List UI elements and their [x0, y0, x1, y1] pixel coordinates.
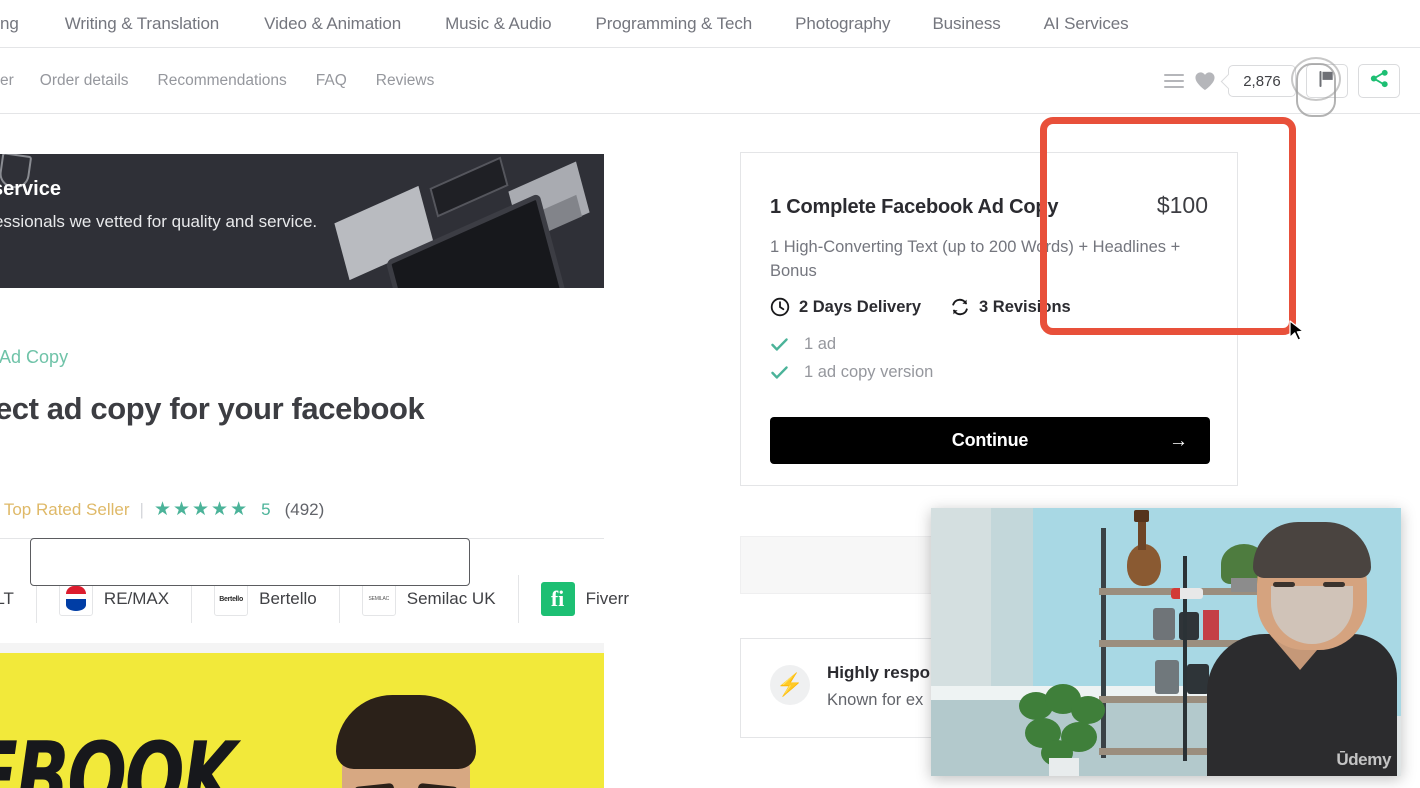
gallery-headline-text: EBOOK [0, 721, 237, 788]
flag-icon [1318, 70, 1336, 93]
package-feature-list: 1 ad 1 ad copy version [770, 335, 933, 382]
package-description: 1 High-Converting Text (up to 200 Words)… [770, 238, 1181, 280]
client-logo-label: RE/MAX [103, 589, 170, 608]
gallery-person-photo [316, 679, 504, 788]
category-nav-item-4[interactable]: Programming & Tech [596, 14, 753, 34]
gig-title: perfect ad copy for your facebook [0, 391, 425, 426]
category-nav-item-5[interactable]: Photography [795, 14, 890, 34]
breadcrumb: ion › Ad Copy [0, 347, 68, 368]
remax-balloon-icon [58, 582, 93, 616]
delivery-time: 2 Days Delivery [770, 297, 921, 317]
webcam-overlay: Ūdemy [931, 508, 1401, 776]
package-feature-label: 1 ad copy version [804, 363, 934, 381]
gallery-top-strip [0, 643, 604, 653]
udemy-watermark: Ūdemy [1336, 750, 1391, 769]
sub-nav-item-recommendations[interactable]: Recommendations [158, 72, 287, 90]
package-feature-item: 1 ad copy version [770, 363, 933, 382]
banner-art-card [429, 156, 509, 218]
share-icon [1370, 69, 1389, 93]
sub-nav-actions: 2,876 [1164, 48, 1400, 114]
client-logo-label: Semilac UK [406, 589, 496, 608]
report-flag-button[interactable] [1306, 64, 1348, 98]
sub-nav-item-order-details[interactable]: Order details [40, 72, 129, 90]
revisions: 3 Revisions [950, 297, 1071, 317]
lightning-bolt-icon: ⚡ [770, 665, 810, 705]
refresh-icon [950, 297, 970, 317]
webcam-guitar [1127, 544, 1161, 586]
check-icon [770, 335, 789, 354]
screenshot-root: ng Writing & Translation Video & Animati… [0, 0, 1420, 788]
star-rating-icons: ★★★★★ [153, 499, 250, 520]
breadcrumb-current[interactable]: Ad Copy [0, 347, 68, 368]
client-logo-fiverr: fi Fiverr [517, 575, 651, 623]
package-pricing-card: 1 Complete Facebook Ad Copy $100 1 High-… [740, 152, 1238, 486]
sub-nav-item-reviews[interactable]: Reviews [376, 72, 435, 90]
top-rated-seller-badge: Top Rated Seller [3, 499, 130, 519]
category-nav: ng Writing & Translation Video & Animati… [0, 0, 1420, 48]
pro-banner-title: l Pro service [0, 178, 61, 200]
continue-button-label: Continue [951, 430, 1029, 450]
semilac-icon: SEMILAC [361, 582, 396, 616]
highly-responsive-subtitle: Known for ex [827, 691, 924, 709]
bolt-glyph: ⚡ [776, 672, 804, 697]
client-logo-label: ALT [0, 589, 14, 608]
mouse-cursor-icon [1289, 320, 1305, 344]
category-nav-item-0[interactable]: ng [0, 14, 19, 34]
divider: | [139, 499, 144, 519]
revisions-label: 3 Revisions [979, 297, 1071, 316]
continue-button[interactable]: Continue → [770, 417, 1210, 464]
category-nav-item-3[interactable]: Music & Audio [445, 14, 552, 34]
client-logo-label: Fiverr [585, 589, 630, 608]
delivery-label: 2 Days Delivery [799, 297, 922, 316]
package-title: 1 Complete Facebook Ad Copy [770, 196, 1059, 218]
pro-banner-subtitle: by professionals we vetted for quality a… [0, 212, 318, 231]
highly-responsive-title: Highly respon [827, 663, 941, 682]
package-price: $100 [1156, 192, 1208, 218]
contact-seller-input[interactable] [30, 538, 470, 586]
favorites-count-badge: 2,876 [1228, 65, 1296, 97]
favorites-count-value: 2,876 [1243, 72, 1281, 90]
category-nav-item-2[interactable]: Video & Animation [264, 14, 401, 34]
package-feature-label: 1 ad [804, 335, 837, 353]
package-meta-row: 2 Days Delivery 3 Revisions [770, 297, 1071, 317]
category-nav-item-1[interactable]: Writing & Translation [65, 14, 220, 34]
sub-nav-item-faq[interactable]: FAQ [316, 72, 347, 90]
fiverr-icon: fi [540, 582, 575, 616]
package-feature-item: 1 ad [770, 335, 933, 354]
check-icon [770, 363, 789, 382]
heart-icon[interactable] [1194, 71, 1216, 91]
clock-icon [770, 297, 790, 317]
sub-nav-item-0[interactable]: er [0, 72, 14, 90]
gig-sub-nav: er Order details Recommendations FAQ Rev… [0, 48, 1420, 114]
pro-service-banner: l Pro service by professionals we vetted… [0, 154, 604, 288]
hamburger-icon[interactable] [1164, 74, 1184, 88]
bertello-icon: Bertello [214, 582, 249, 616]
seller-rating-row: 2785 Top Rated Seller | ★★★★★ 5 (492) [0, 498, 324, 521]
arrow-right-icon: → [1169, 430, 1188, 451]
rating-value: 5 [261, 499, 271, 519]
category-nav-item-6[interactable]: Business [932, 14, 1000, 34]
gig-gallery-image[interactable]: EBOOK [0, 643, 604, 788]
client-logo-label: Bertello [259, 589, 317, 608]
category-nav-item-7[interactable]: AI Services [1044, 14, 1129, 34]
gig-left-column: l Pro service by professionals we vetted… [0, 114, 629, 788]
share-button[interactable] [1358, 64, 1400, 98]
rating-count: (492) [284, 499, 325, 519]
package-header: 1 Complete Facebook Ad Copy $100 [770, 192, 1208, 219]
